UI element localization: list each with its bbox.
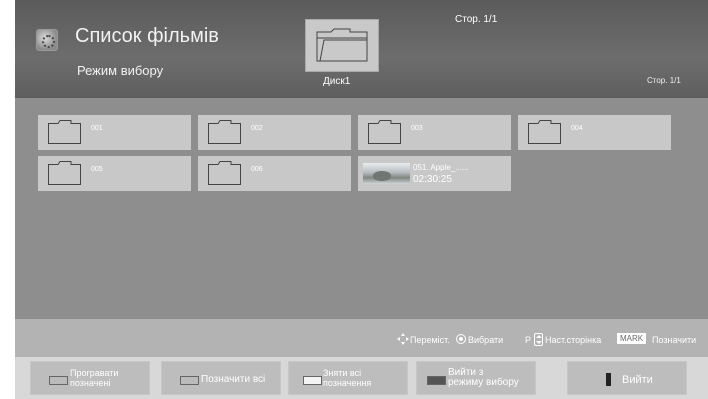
folder-label: 001	[91, 125, 103, 132]
footer-buttons: Програвати позначені Позначити всі Зняти…	[15, 357, 708, 399]
dark-key-icon	[427, 376, 446, 385]
video-item[interactable]: 051. Apple_...... 02:30:25	[358, 156, 511, 191]
folder-item[interactable]: 003	[358, 115, 511, 150]
key-hints-bar: Переміст. Вибрати P Наст.сторінка MARK П…	[15, 319, 708, 357]
movie-list-screen: Список фільмів Режим вибору Стор. 1/1 Ди…	[15, 0, 708, 399]
ok-button-icon	[456, 334, 466, 344]
folder-item[interactable]: 005	[38, 156, 191, 191]
play-marked-button[interactable]: Програвати позначені	[30, 361, 150, 395]
folder-label: 006	[251, 166, 263, 173]
folder-icon	[368, 120, 401, 144]
exit-button[interactable]: Вийти	[567, 361, 687, 395]
top-page-indicator: Стор. 1/1	[455, 14, 498, 25]
hint-next-page: Наст.сторінка	[545, 335, 602, 345]
play-marked-line1: Програвати	[70, 368, 119, 378]
exit-select-line2: режиму вибору	[448, 377, 519, 388]
folder-item[interactable]: 001	[38, 115, 191, 150]
mode-label: Режим вибору	[77, 63, 164, 78]
folder-icon	[528, 120, 561, 144]
hint-select: Вибрати	[468, 335, 504, 345]
video-title: 051. Apple_......	[413, 163, 469, 172]
page-up-down-icon	[534, 333, 543, 346]
folder-icon	[316, 28, 368, 62]
exit-icon	[606, 373, 611, 386]
video-thumbnail	[363, 163, 410, 184]
move-arrows-icon	[397, 333, 409, 345]
device-disk1[interactable]	[305, 19, 379, 72]
folder-label: 004	[571, 125, 583, 132]
gray-key-icon	[180, 376, 199, 385]
hint-move: Переміст.	[410, 335, 450, 345]
folder-label: 002	[251, 125, 263, 132]
device-label: Диск1	[323, 76, 351, 87]
file-grid: 001 002 003 004 005 006 051. Apple_.....…	[15, 98, 708, 319]
folder-icon	[208, 120, 241, 144]
video-duration: 02:30:25	[413, 174, 452, 185]
folder-label: 003	[411, 125, 423, 132]
folder-icon	[208, 161, 241, 185]
exit-label: Вийти	[622, 374, 653, 386]
unmark-all-line2: позначення	[323, 378, 372, 388]
gray-key-icon	[49, 376, 68, 385]
mark-key-badge: MARK	[617, 333, 647, 344]
exit-select-mode-label: Вийти з режиму вибору	[448, 368, 519, 388]
folder-item[interactable]: 002	[198, 115, 351, 150]
play-marked-line2: позначені	[70, 378, 111, 388]
exit-select-mode-button[interactable]: Вийти з режиму вибору	[416, 361, 536, 395]
unmark-all-label: Зняти всі позначення	[323, 368, 371, 388]
folder-item[interactable]: 006	[198, 156, 351, 191]
page-title: Список фільмів	[75, 25, 219, 47]
mark-all-button[interactable]: Позначити всі	[161, 361, 281, 395]
white-key-icon	[303, 376, 322, 385]
folder-icon	[48, 120, 81, 144]
play-marked-label: Програвати позначені	[70, 368, 118, 388]
page-indicator: Стор. 1/1	[647, 76, 681, 85]
folder-label: 005	[91, 166, 103, 173]
hint-mark: Позначити	[652, 335, 697, 345]
header: Список фільмів Режим вибору Стор. 1/1 Ди…	[15, 0, 708, 98]
folder-icon	[48, 161, 81, 185]
folder-item[interactable]: 004	[518, 115, 671, 150]
mark-all-label: Позначити всі	[201, 374, 266, 385]
unmark-all-button[interactable]: Зняти всі позначення	[288, 361, 408, 395]
movie-list-app-icon	[36, 29, 58, 51]
hint-p-key: P	[525, 335, 532, 345]
unmark-all-line1: Зняти всі	[323, 368, 362, 378]
